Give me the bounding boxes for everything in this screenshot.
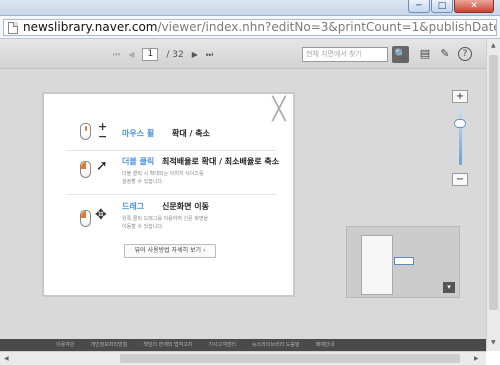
footer-links: 이용약관 개인정보처리방침 책임의 한계와 법적고지 기사고객센터 뉴스라이브러… xyxy=(56,341,334,348)
pager: ⏮ ◀ 1 / 32 ▶ ⏭ xyxy=(113,48,213,61)
wheel-action: 확대 / 축소 xyxy=(172,129,210,138)
print-icon[interactable]: ▤ xyxy=(418,47,432,61)
minimize-button[interactable]: ─ xyxy=(408,0,430,13)
wheel-title: 마우스 휠 xyxy=(122,129,155,138)
divider xyxy=(66,194,276,195)
vertical-scroll-thumb[interactable] xyxy=(489,55,498,310)
double-click-title: 더블 클릭 xyxy=(122,157,155,166)
drag-title: 드래그 xyxy=(122,202,145,211)
vertical-scrollbar[interactable]: ▲ ▼ xyxy=(486,39,500,351)
url-field[interactable]: newslibrary.naver.com/viewer/index.nhn?e… xyxy=(3,19,497,36)
mouse-left-click-icon xyxy=(80,161,91,178)
footer-link[interactable]: 매체안내 xyxy=(316,341,334,348)
footer-link[interactable]: 뉴스라이브러리 도움말 xyxy=(252,341,300,348)
horizontal-scrollbar[interactable]: ◀ ▶ xyxy=(0,351,486,365)
scroll-up-icon[interactable]: ▲ xyxy=(491,42,496,49)
minimap-page-thumbnail xyxy=(361,235,393,295)
mouse-wheel-icon xyxy=(80,123,91,140)
footer-link[interactable]: 책임의 한계와 법적고지 xyxy=(143,341,192,348)
settings-icon[interactable]: ✎ xyxy=(438,47,452,61)
close-window-button[interactable]: ✕ xyxy=(454,0,494,13)
url-domain: newslibrary.naver.com xyxy=(23,20,158,34)
page-search-input[interactable]: 현재 지면에서 찾기 xyxy=(302,47,388,62)
url-path: /viewer/index.nhn?editNo=3&printCount=1&… xyxy=(157,20,496,34)
cursor-icon: ➚ xyxy=(96,158,108,174)
footer: 이용약관 개인정보처리방침 책임의 한계와 법적고지 기사고객센터 뉴스라이브러… xyxy=(0,339,486,351)
horizontal-scroll-thumb[interactable] xyxy=(120,354,460,363)
search-icon[interactable]: 🔍 xyxy=(392,46,409,63)
zoom-minus-icon: − xyxy=(98,130,108,143)
mouse-drag-icon xyxy=(80,210,91,227)
usage-details-button[interactable]: 뷰어 사용방법 자세히 보기 › xyxy=(124,244,216,258)
window-titlebar: ─ □ ✕ xyxy=(0,0,500,16)
drag-desc-1: 왼쪽 클릭 드래그를 이용하여 신문 화면을 xyxy=(122,216,209,222)
drag-desc-2: 이동할 수 있습니다. xyxy=(122,224,164,230)
first-page-button[interactable]: ⏮ xyxy=(113,50,120,60)
scroll-left-icon[interactable]: ◀ xyxy=(4,355,9,362)
minimap-viewport[interactable] xyxy=(394,257,414,265)
zoom-slider-track[interactable] xyxy=(459,107,462,165)
footer-link[interactable]: 기사고객센터 xyxy=(208,341,236,348)
double-click-desc-2: 설정할 수 있습니다. xyxy=(122,179,164,185)
footer-link[interactable]: 개인정보처리방침 xyxy=(90,341,127,348)
maximize-button[interactable]: □ xyxy=(431,0,453,13)
help-icon: ? xyxy=(458,47,472,61)
minimap[interactable]: ▾ xyxy=(346,226,460,298)
prev-page-button[interactable]: ◀ xyxy=(128,50,134,59)
address-bar: newslibrary.naver.com/viewer/index.nhn?e… xyxy=(0,16,500,39)
next-page-button[interactable]: ▶ xyxy=(192,50,198,59)
zoom-out-button[interactable]: − xyxy=(452,173,468,186)
move-arrows-icon: ✥ xyxy=(95,207,107,223)
zoom-in-button[interactable]: + xyxy=(452,90,468,103)
zoom-slider-handle[interactable] xyxy=(454,119,466,128)
page-total: / 32 xyxy=(166,49,184,60)
double-click-action: 최적배율로 확대 / 최소배율로 축소 xyxy=(162,157,280,166)
modal-close-icon[interactable]: ╳ xyxy=(269,99,289,121)
double-click-desc-1: 더블 클릭 시 확대되는 이미지 사이즈를 xyxy=(122,171,204,177)
zoom-panel: + − xyxy=(452,90,470,186)
window-controls: ─ □ ✕ xyxy=(408,0,494,13)
viewer-help-modal: ╳ + − 마우스 휠 확대 / 축소 ➚ 더블 클릭 최적배율로 확대 / 최… xyxy=(42,92,295,297)
help-button[interactable]: ? xyxy=(458,47,472,61)
scroll-down-icon[interactable]: ▼ xyxy=(491,339,496,346)
viewer-toolbar: ⏮ ◀ 1 / 32 ▶ ⏭ 현재 지면에서 찾기 🔍 ▤ ✎ ? xyxy=(0,39,486,69)
last-page-button[interactable]: ⏭ xyxy=(206,50,213,60)
page-icon xyxy=(8,22,18,34)
divider xyxy=(66,150,276,151)
scroll-right-icon[interactable]: ▶ xyxy=(474,355,479,362)
page-number-input[interactable]: 1 xyxy=(142,48,159,61)
minimap-toggle-icon[interactable]: ▾ xyxy=(443,282,455,293)
footer-link[interactable]: 이용약관 xyxy=(56,341,74,348)
drag-action: 신문화면 이동 xyxy=(162,202,209,211)
